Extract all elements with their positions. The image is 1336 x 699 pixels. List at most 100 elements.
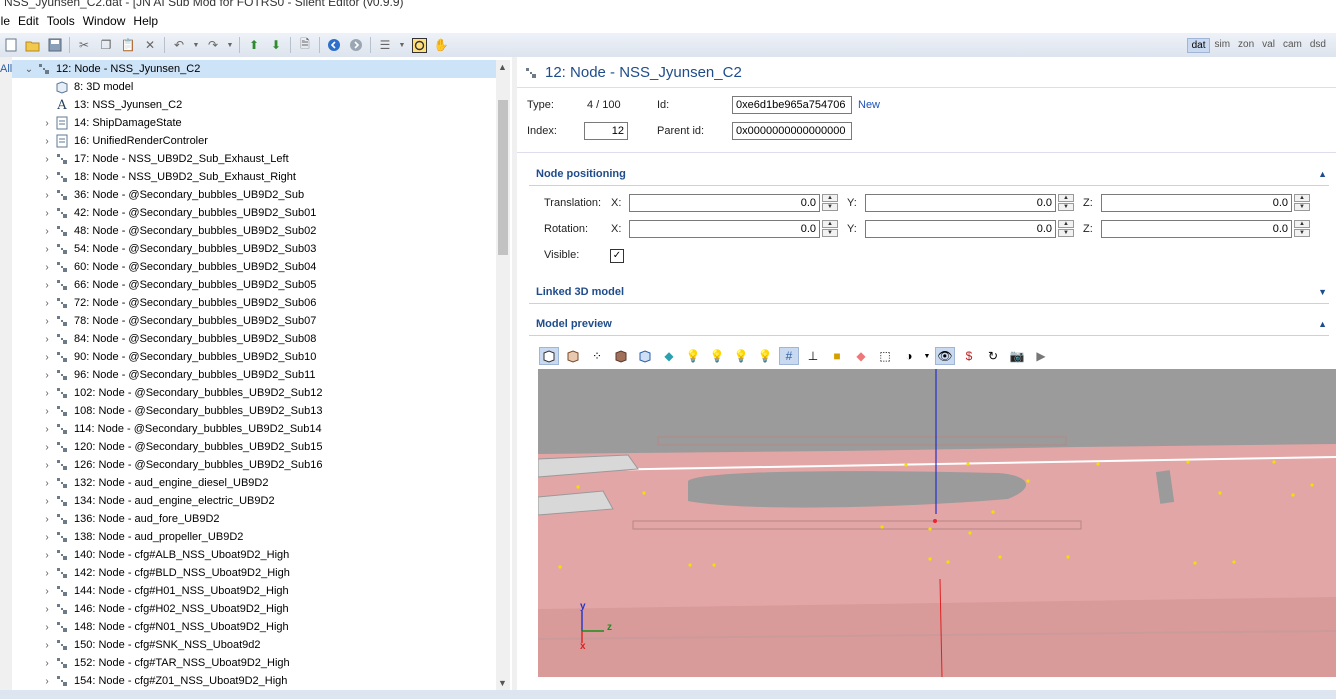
node-positioning-header[interactable]: Node positioning ▲ xyxy=(529,163,1329,186)
model-preview-header[interactable]: Model preview ▲ xyxy=(529,313,1329,336)
tree-item[interactable]: › 60: Node - @Secondary_bubbles_UB9D2_Sub… xyxy=(12,258,496,276)
tree-item[interactable]: › 138: Node - aud_propeller_UB9D2 xyxy=(12,528,496,546)
scrollbar-thumb[interactable] xyxy=(498,100,508,255)
tree-item[interactable]: › 102: Node - @Secondary_bubbles_UB9D2_Su… xyxy=(12,384,496,402)
axes-icon[interactable]: ⊥ xyxy=(803,347,823,365)
save-icon[interactable] xyxy=(47,37,63,53)
tree-item[interactable]: › 18: Node - NSS_UB9D2_Sub_Exhaust_Right xyxy=(12,168,496,186)
tree-item[interactable]: › 126: Node - @Secondary_bubbles_UB9D2_Su… xyxy=(12,456,496,474)
rotate-view-icon[interactable]: ↻ xyxy=(983,347,1003,365)
expand-chevron-icon[interactable]: › xyxy=(40,424,54,435)
tree-item[interactable]: › 146: Node - cfg#H02_NSS_Uboat9D2_High xyxy=(12,600,496,618)
yellow-box-icon[interactable]: ■ xyxy=(827,347,847,365)
tree-scrollbar[interactable]: ▲ ▼ xyxy=(496,60,510,690)
tree-item[interactable]: › 17: Node - NSS_UB9D2_Sub_Exhaust_Left xyxy=(12,150,496,168)
pink-shape-icon[interactable]: ◆ xyxy=(851,347,871,365)
expand-chevron-icon[interactable]: › xyxy=(40,406,54,417)
collapse-chevron-icon[interactable]: ⌄ xyxy=(22,64,36,75)
index-field[interactable]: 12 xyxy=(584,122,628,140)
select-icon[interactable]: ⬚ xyxy=(875,347,895,365)
expand-chevron-icon[interactable]: › xyxy=(40,352,54,363)
undo-dropdown-icon[interactable]: ▼ xyxy=(193,37,200,53)
rotation-y-spinner[interactable]: ▲ ▼ xyxy=(1058,220,1074,238)
expand-down-icon[interactable]: ▼ xyxy=(1318,287,1327,297)
play-icon[interactable]: ▶ xyxy=(1031,347,1051,365)
tree-item[interactable]: › 16: UnifiedRenderControler xyxy=(12,132,496,150)
tree-root-node[interactable]: ⌄ 12: Node - NSS_Jyunsen_C2 xyxy=(12,60,496,78)
shading-dropdown-icon[interactable]: ▼ xyxy=(923,347,931,365)
mode-dat[interactable]: dat xyxy=(1186,38,1211,53)
plugin-icon[interactable]: ✋ xyxy=(433,37,449,53)
view-options-icon[interactable]: ☰ xyxy=(377,37,393,53)
shapes-icon[interactable]: ◆ xyxy=(659,347,679,365)
tree-item[interactable]: › 144: Node - cfg#H01_NSS_Uboat9D2_High xyxy=(12,582,496,600)
rotation-y-field[interactable]: 0.0 xyxy=(865,220,1056,238)
grid-icon[interactable]: # xyxy=(779,347,799,365)
scroll-down-icon[interactable]: ▼ xyxy=(498,678,507,688)
expand-chevron-icon[interactable]: › xyxy=(40,208,54,219)
light-2-icon[interactable]: 💡 xyxy=(707,347,727,365)
camera-icon[interactable]: 📷 xyxy=(1007,347,1027,365)
tree-item[interactable]: › 108: Node - @Secondary_bubbles_UB9D2_Su… xyxy=(12,402,496,420)
expand-chevron-icon[interactable]: › xyxy=(40,550,54,561)
translation-z-field[interactable]: 0.0 xyxy=(1101,194,1292,212)
mode-val[interactable]: val xyxy=(1258,38,1279,53)
tree-item[interactable]: › 84: Node - @Secondary_bubbles_UB9D2_Sub… xyxy=(12,330,496,348)
undo-icon[interactable]: ↶ xyxy=(171,37,187,53)
expand-chevron-icon[interactable]: › xyxy=(40,244,54,255)
bounding-box-icon[interactable] xyxy=(635,347,655,365)
tree-item[interactable]: › 154: Node - cfg#Z01_NSS_Uboat9D2_High xyxy=(12,672,496,690)
dollar-icon[interactable]: $ xyxy=(959,347,979,365)
linked-3d-model-header[interactable]: Linked 3D model ▼ xyxy=(529,281,1329,304)
points-view-icon[interactable]: ⁘ xyxy=(587,347,607,365)
back-icon[interactable] xyxy=(326,37,342,53)
collapse-up-icon[interactable]: ▲ xyxy=(1318,319,1327,329)
translation-z-spinner[interactable]: ▲ ▼ xyxy=(1294,194,1310,212)
wireframe-view-icon[interactable] xyxy=(563,347,583,365)
tree-item[interactable]: › 114: Node - @Secondary_bubbles_UB9D2_Su… xyxy=(12,420,496,438)
mode-cam[interactable]: cam xyxy=(1279,38,1306,53)
tree-item[interactable]: › 136: Node - aud_fore_UB9D2 xyxy=(12,510,496,528)
expand-chevron-icon[interactable]: › xyxy=(40,262,54,273)
scroll-up-icon[interactable]: ▲ xyxy=(498,62,507,72)
light-1-icon[interactable]: 💡 xyxy=(683,347,703,365)
copy-icon[interactable]: ❐ xyxy=(98,37,114,53)
move-down-icon[interactable]: ⬇ xyxy=(268,37,284,53)
expand-chevron-icon[interactable]: › xyxy=(40,658,54,669)
rotation-x-spinner[interactable]: ▲ ▼ xyxy=(822,220,838,238)
model-preview-viewport[interactable]: y z x xyxy=(538,369,1336,677)
rotation-z-field[interactable]: 0.0 xyxy=(1101,220,1292,238)
tree-item[interactable]: › 48: Node - @Secondary_bubbles_UB9D2_Sub… xyxy=(12,222,496,240)
expand-chevron-icon[interactable]: › xyxy=(40,226,54,237)
expand-chevron-icon[interactable]: › xyxy=(40,190,54,201)
translation-x-spinner[interactable]: ▲ ▼ xyxy=(822,194,838,212)
expand-chevron-icon[interactable]: › xyxy=(40,532,54,543)
expand-chevron-icon[interactable]: › xyxy=(40,388,54,399)
tree-item[interactable]: › 140: Node - cfg#ALB_NSS_Uboat9D2_High xyxy=(12,546,496,564)
expand-chevron-icon[interactable]: › xyxy=(40,640,54,651)
tree-item[interactable]: › 148: Node - cfg#N01_NSS_Uboat9D2_High xyxy=(12,618,496,636)
menu-help[interactable]: Help xyxy=(133,14,166,28)
expand-chevron-icon[interactable]: › xyxy=(40,136,54,147)
tree-item[interactable]: 8: 3D model xyxy=(12,78,496,96)
expand-chevron-icon[interactable]: › xyxy=(40,118,54,129)
tree-item[interactable]: A 13: NSS_Jyunsen_C2 xyxy=(12,96,496,114)
translation-x-field[interactable]: 0.0 xyxy=(629,194,820,212)
tree-item[interactable]: › 150: Node - cfg#SNK_NSS_Uboat9d2 xyxy=(12,636,496,654)
redo-dropdown-icon[interactable]: ▼ xyxy=(227,37,234,53)
tree-item[interactable]: › 78: Node - @Secondary_bubbles_UB9D2_Sub… xyxy=(12,312,496,330)
visible-checkbox[interactable]: ✓ xyxy=(610,249,624,263)
menu-window[interactable]: Window xyxy=(83,14,134,28)
expand-chevron-icon[interactable]: › xyxy=(40,676,54,687)
delete-icon[interactable]: ✕ xyxy=(142,37,158,53)
tree-item[interactable]: › 72: Node - @Secondary_bubbles_UB9D2_Sub… xyxy=(12,294,496,312)
tree-item[interactable]: › 96: Node - @Secondary_bubbles_UB9D2_Sub… xyxy=(12,366,496,384)
solid-view-icon[interactable] xyxy=(539,347,559,365)
tree-item[interactable]: › 54: Node - @Secondary_bubbles_UB9D2_Sub… xyxy=(12,240,496,258)
textured-view-icon[interactable] xyxy=(611,347,631,365)
expand-chevron-icon[interactable]: › xyxy=(40,370,54,381)
expand-chevron-icon[interactable]: › xyxy=(40,298,54,309)
forward-icon[interactable] xyxy=(348,37,364,53)
shading-mode-icon[interactable]: ◑ xyxy=(899,347,919,365)
tree-item[interactable]: › 132: Node - aud_engine_diesel_UB9D2 xyxy=(12,474,496,492)
